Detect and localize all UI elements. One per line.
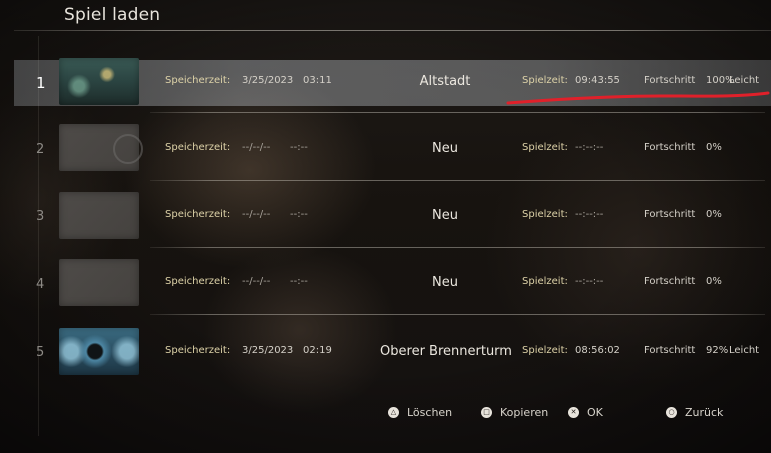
title-divider [14,30,771,31]
difficulty: Leicht [729,75,760,86]
save-slot-5[interactable]: 5 Speicherzeit: 3/25/2023 02:19 Oberer B… [14,327,771,387]
slot-thumbnail [59,328,139,375]
row-divider [150,314,765,315]
play-time-label: Spielzeit: [522,75,568,86]
back-label: Zurück [685,406,724,419]
save-date: --/--/-- [242,142,271,153]
slot-thumbnail-empty [59,124,143,171]
slot-location-name: Neu [432,208,458,223]
ok-button[interactable]: ✕ OK [568,406,603,419]
triangle-button-icon: △ [388,407,399,418]
slot-location-name: Neu [432,275,458,290]
save-slot-3[interactable]: 3 Speicherzeit: --/--/-- --:-- Neu Spiel… [14,192,771,252]
ok-label: OK [587,406,603,419]
delete-label: Löschen [407,406,453,419]
play-time: 09:43:55 [575,75,620,86]
save-date: 3/25/2023 [242,345,294,356]
play-time-label: Spielzeit: [522,209,568,220]
play-time: --:--:-- [575,142,604,153]
play-time: 08:56:02 [575,345,620,356]
difficulty: Leicht [729,345,760,356]
save-date: --/--/-- [242,209,271,220]
save-date: --/--/-- [242,276,271,287]
copy-button[interactable]: □ Kopieren [481,406,548,419]
empty-slot-icon [113,134,143,164]
slot-thumbnail-empty [59,259,139,306]
slot-location-name: Oberer Brennerturm [380,344,512,359]
save-date: 3/25/2023 [242,75,294,86]
copy-label: Kopieren [500,406,549,419]
save-slot-4[interactable]: 4 Speicherzeit: --/--/-- --:-- Neu Spiel… [14,259,771,319]
slot-thumbnail-empty [59,192,139,239]
save-time-label: Speicherzeit: [165,209,231,220]
play-time: --:--:-- [575,209,604,220]
progress-label: Fortschritt [644,345,696,356]
save-time-label: Speicherzeit: [165,276,231,287]
row-divider [150,112,765,113]
play-time-label: Spielzeit: [522,142,568,153]
slot-number: 3 [36,209,45,224]
slot-number: 4 [36,277,45,292]
play-time: --:--:-- [575,276,604,287]
save-time: --:-- [290,209,308,220]
progress-label: Fortschritt [644,75,696,86]
slot-location-name: Altstadt [419,74,471,89]
slot-number: 2 [36,142,45,157]
row-divider [150,247,765,248]
row-divider [150,180,765,181]
save-time: --:-- [290,276,308,287]
save-slot-1[interactable]: 1 Speicherzeit: 3/25/2023 03:11 Altstadt… [14,58,771,118]
circle-button-icon: ○ [666,407,677,418]
page-title: Spiel laden [64,5,161,25]
save-time: --:-- [290,142,308,153]
save-time-label: Speicherzeit: [165,75,231,86]
save-time-label: Speicherzeit: [165,142,231,153]
slot-number: 5 [36,345,45,360]
save-time-label: Speicherzeit: [165,345,231,356]
square-button-icon: □ [481,407,492,418]
progress-value: 0% [706,276,722,287]
save-time: 02:19 [303,345,332,356]
slot-number: 1 [36,74,46,92]
back-button[interactable]: ○ Zurück [666,406,723,419]
progress-label: Fortschritt [644,209,696,220]
play-time-label: Spielzeit: [522,276,568,287]
delete-button[interactable]: △ Löschen [388,406,452,419]
progress-value: 0% [706,142,722,153]
progress-value: 0% [706,209,722,220]
cross-button-icon: ✕ [568,407,579,418]
progress-label: Fortschritt [644,142,696,153]
slot-location-name: Neu [432,141,458,156]
save-time: 03:11 [303,75,332,86]
play-time-label: Spielzeit: [522,345,568,356]
progress-value: 92% [706,345,729,356]
slot-thumbnail [59,58,139,105]
save-slot-2[interactable]: 2 Speicherzeit: --/--/-- --:-- Neu Spiel… [14,124,771,184]
progress-label: Fortschritt [644,276,696,287]
